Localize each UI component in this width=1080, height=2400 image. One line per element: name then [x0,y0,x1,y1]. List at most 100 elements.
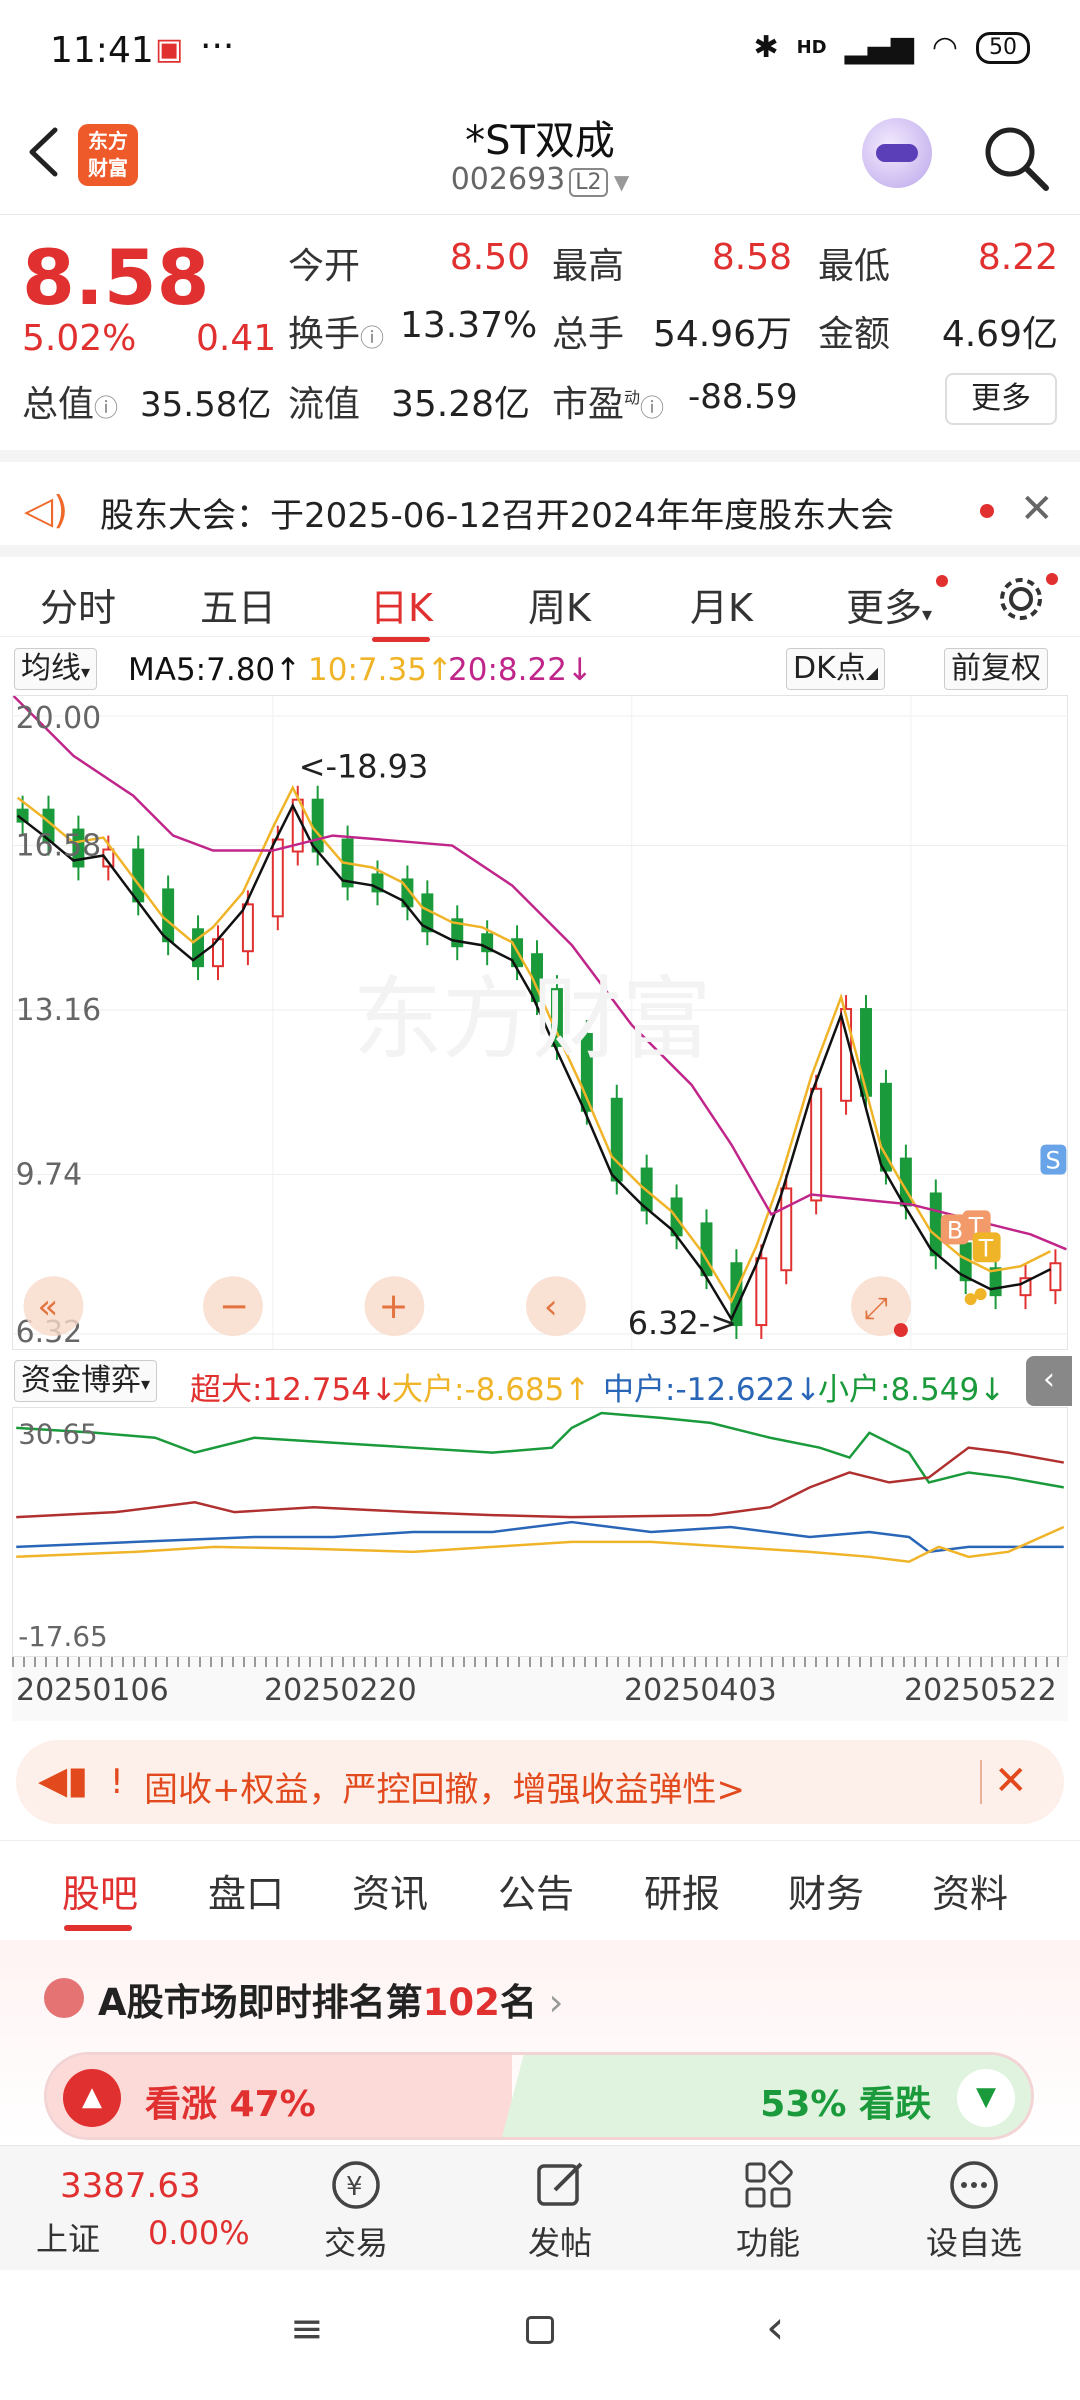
vote-down-button[interactable]: ▼ [957,2069,1015,2127]
info-icon[interactable]: ⓘ [640,394,664,422]
kline-chart[interactable]: 东方财富 20.00 16.58 13.16 9.74 6.32 <-18.93… [12,695,1068,1350]
high-annotation: <-18.93 [299,748,429,786]
logo-text-2: 财富 [88,156,128,180]
status-time: 11:41 [50,30,154,71]
candle-body [132,848,145,903]
notice-text: 股东大会：于2025-06-12召开2024年年度股东大会 [100,496,895,536]
scroll-left-fast-button[interactable]: « [23,1276,84,1337]
pe-value: -88.59 [688,377,798,417]
amount-label: 金额 [818,314,891,355]
flow-selector[interactable]: 资金博弈▾ [14,1360,158,1402]
add-watchlist-button[interactable]: 设自选 [914,2156,1034,2264]
scroll-left-button[interactable]: ‹ [526,1276,586,1337]
back-button[interactable] [20,122,70,182]
post-button[interactable]: 发帖 [500,2156,620,2264]
rank-suffix: 名 [499,1981,537,2024]
volume-value: 54.96万 [652,314,792,355]
stock-code-selector[interactable]: 002693 L2 ▼ [340,162,740,197]
dk-point-selector[interactable]: DK点◢ [786,648,886,690]
status-icons: ✱ HD ▂▄▆ ◠ 50 [753,30,1030,65]
large-value: 大户:-8.685↑ [392,1372,591,1408]
date-label-4: 20250522 [904,1673,1057,1708]
zoom-out-button[interactable]: − [203,1276,263,1337]
bottom-toolbar: 3387.63 上证 0.00% ¥ 交易 发帖 功能 设自选 [0,2145,1080,2270]
close-icon[interactable]: ✕ [994,1758,1028,1804]
tab-announcements[interactable]: 公告 [498,1863,574,1918]
settings-gear-icon[interactable] [995,573,1047,625]
speaker-icon: ◁) [24,488,69,532]
vote-up-button[interactable]: ▲ [63,2069,121,2127]
menu-icon[interactable]: ≡ [290,2306,324,2352]
candle-body [755,1257,768,1327]
notice-banner[interactable]: ◁) 股东大会：于2025-06-12召开2024年年度股东大会 ✕ [0,450,1080,540]
y-label-3: 13.16 [16,993,102,1028]
ma20-value: 20:8.22↓ [448,652,593,688]
stock-name: *ST双成 [465,118,615,164]
tick-marks [12,1657,1068,1667]
more-button[interactable]: 更多 [945,373,1057,425]
tab-news[interactable]: 资讯 [352,1863,428,1918]
capital-flow-chart[interactable]: 30.65 -17.65 [12,1407,1068,1657]
bluetooth-icon: ✱ [753,30,779,65]
tab-daily-k[interactable]: 日K [370,577,433,632]
search-icon[interactable] [980,122,1052,194]
tab-monthly-k[interactable]: 月K [690,577,753,632]
y-label-2: 16.58 [16,829,102,864]
tab-minute[interactable]: 分时 [40,577,116,632]
large-flow-line [16,1525,1065,1564]
tab-more[interactable]: 更多▾ [846,577,932,632]
low-label: 最低 [818,246,891,287]
info-icon[interactable]: ⓘ [360,324,384,352]
trade-button[interactable]: ¥ 交易 [296,2156,416,2264]
y-label-top: 20.00 [16,701,102,736]
candle-body [162,888,175,943]
tab-profile[interactable]: 资料 [932,1863,1008,1918]
tab-finance[interactable]: 财务 [788,1863,864,1918]
ad-banner[interactable]: ◀▮ ! 固收+权益，严控回撤，增强收益弹性> ✕ [16,1740,1064,1824]
add-watchlist-label: 设自选 [925,2224,1022,2262]
change-percent: 5.02% [22,318,137,359]
candle-body [780,1187,793,1272]
index-name: 上证 [36,2220,101,2258]
ma-selector[interactable]: 均线▾ [14,648,98,690]
flow-selector-label: 资金博弈 [21,1363,141,1398]
rank-number: 102 [422,1981,500,2024]
current-price: 8.58 [22,233,210,322]
zoom-in-button[interactable]: + [364,1276,425,1337]
megaphone-icon: ◀▮ [38,1758,89,1802]
index-widget[interactable]: 3387.63 上证 0.00% [0,2146,260,2271]
tab-forum[interactable]: 股吧 [62,1863,138,1918]
stock-code: 002693 [450,162,566,197]
chevron-right-icon: › [536,1981,564,2024]
dk-label: DK点 [793,651,866,686]
signal-dot [893,1323,908,1338]
tab-research[interactable]: 研报 [644,1863,720,1918]
chart-controls: « − + ‹ ⤢ [23,1276,911,1337]
back-icon[interactable]: ‹ [766,2300,784,2354]
ma5-value: MA5:7.80↑ [128,652,302,688]
close-icon[interactable]: ✕ [1020,486,1054,532]
mcap-value: 35.58亿 [140,385,272,425]
tab-more-label: 更多 [846,586,923,630]
tab-5day[interactable]: 五日 [200,577,276,632]
system-nav-bar: ≡ ‹ [0,2270,1080,2400]
rank-link[interactable]: A股市场即时排名第102名 › [98,1972,563,2026]
mcap-label: 总值ⓘ [22,375,118,427]
turnover-label: 换手ⓘ [288,305,384,357]
wifi-icon: ◠ [931,30,958,65]
home-icon[interactable] [526,2316,554,2344]
kline-watermark: 东方财富 [353,968,712,1072]
tab-orderbook[interactable]: 盘口 [208,1863,284,1918]
functions-button[interactable]: 功能 [708,2156,828,2264]
adjust-selector[interactable]: 前复权 [944,648,1048,690]
marker-s[interactable]: S [1040,1144,1067,1175]
candle-body [1049,1262,1062,1292]
chevron-down-icon: ▼ [607,170,630,194]
assistant-robot-icon[interactable] [862,118,932,188]
date-label-3: 20250403 [624,1673,777,1708]
info-icon[interactable]: ⓘ [94,394,118,422]
collapse-panel-button[interactable]: ‹ [1026,1356,1072,1406]
tab-weekly-k[interactable]: 周K [528,577,591,632]
marker-t2[interactable]: T [972,1232,1001,1262]
corner-icon: ◢ [865,663,879,682]
